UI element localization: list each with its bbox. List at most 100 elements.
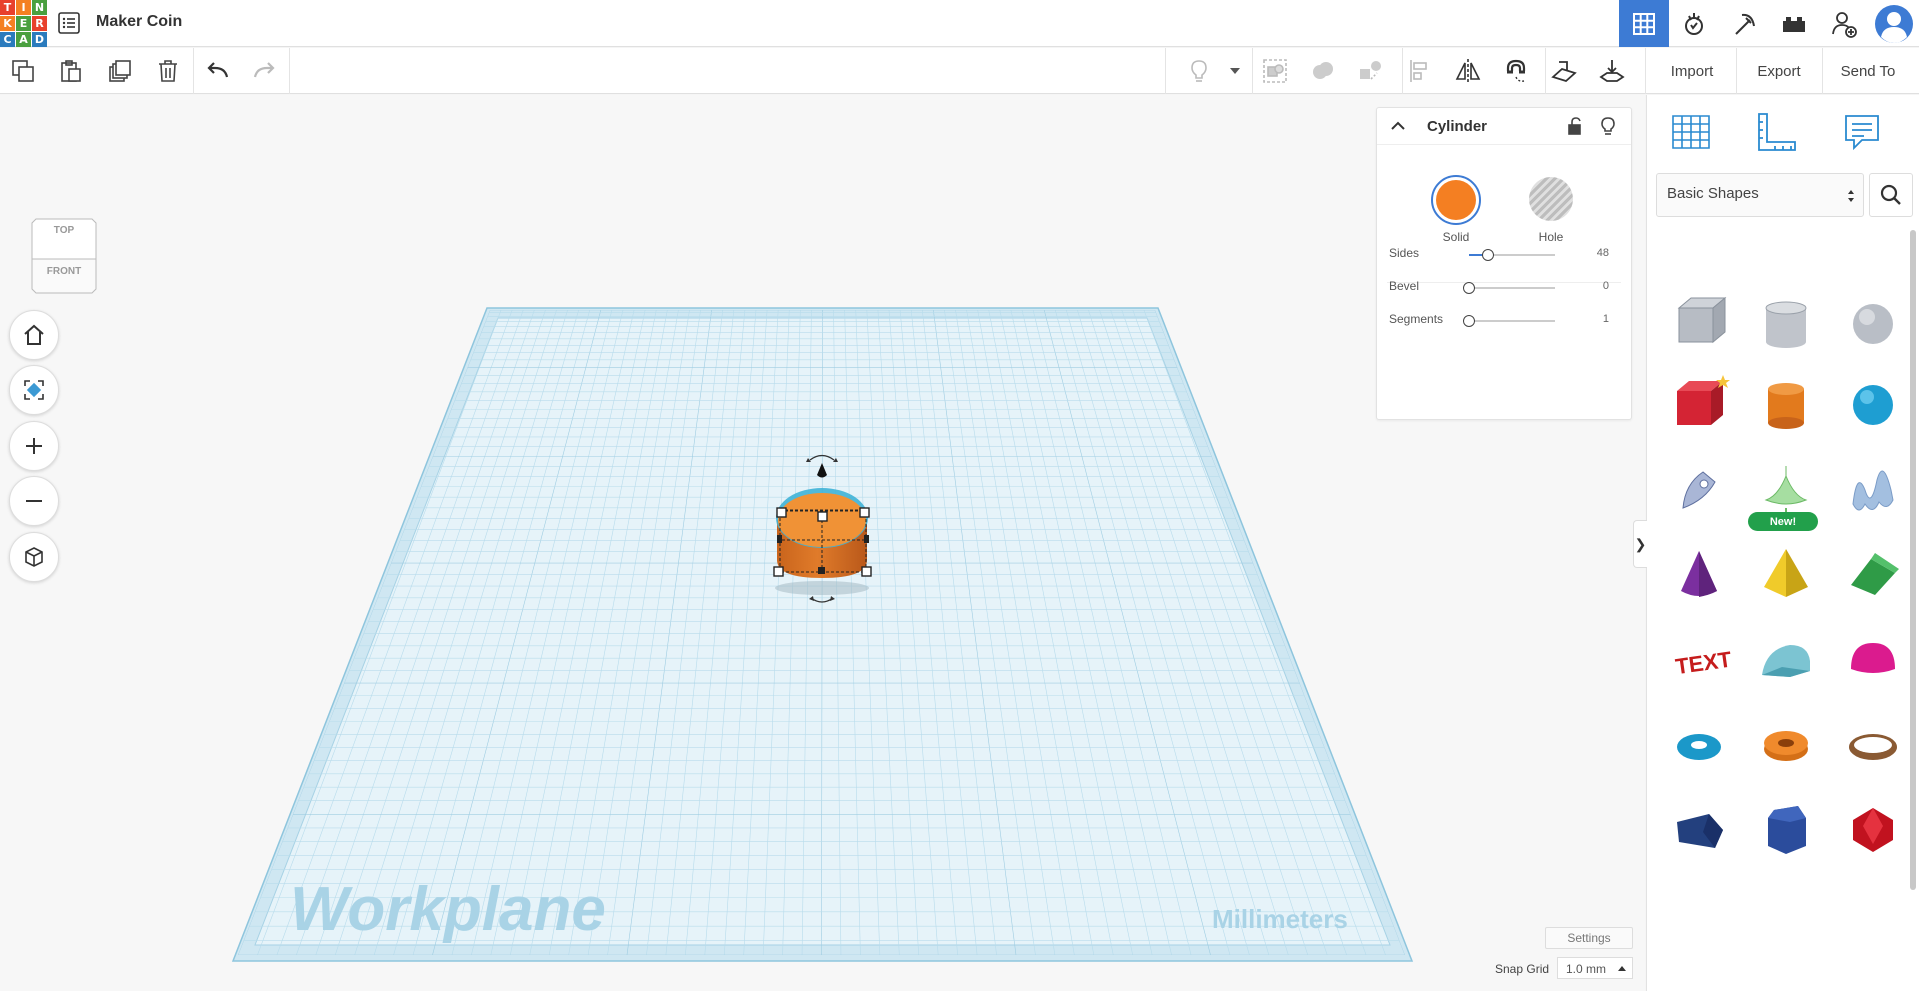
panel-collapse-handle[interactable]: ❯	[1633, 520, 1647, 568]
shape-tile-tube[interactable]	[1745, 698, 1829, 794]
visibility-bulb-icon[interactable]	[1599, 116, 1617, 136]
viewcube-front-label[interactable]: FRONT	[30, 266, 98, 277]
collapse-chevron-icon[interactable]	[1390, 120, 1406, 132]
view-cube[interactable]: TOP FRONT	[30, 215, 98, 295]
resize-handle[interactable]	[861, 566, 872, 577]
caret-up-icon	[1618, 966, 1626, 971]
shape-library-select[interactable]: Basic Shapes	[1656, 173, 1864, 217]
tube-icon	[1764, 731, 1808, 761]
snap-grid-select[interactable]: 1.0 mm	[1557, 957, 1633, 979]
notes-tab[interactable]	[1835, 107, 1889, 157]
logo-letter: I	[16, 0, 31, 15]
slider-knob[interactable]	[1481, 249, 1494, 261]
svg-text:TEXT: TEXT	[1674, 647, 1731, 680]
design-list-icon[interactable]	[56, 10, 82, 36]
settings-button[interactable]: Settings	[1545, 927, 1633, 949]
grid-view-button[interactable]	[1619, 0, 1669, 47]
design-title[interactable]: Maker Coin	[96, 13, 182, 31]
shape-tile-cone[interactable]	[1658, 528, 1742, 624]
duplicate-button[interactable]	[105, 56, 135, 86]
zoom-out-button[interactable]	[9, 476, 59, 526]
delete-button[interactable]	[153, 56, 183, 86]
shapes-panel: Basic Shapes TEXT New!	[1646, 95, 1919, 991]
solid-option[interactable]	[1431, 175, 1481, 225]
workplane-tool-button[interactable]	[1549, 56, 1579, 86]
resize-handle[interactable]	[776, 507, 787, 518]
shape-tile-wave[interactable]	[1832, 443, 1916, 539]
prop-value-bevel[interactable]: 0	[1603, 280, 1609, 292]
shape-tile-paraboloid[interactable]	[1832, 614, 1916, 710]
shape-tile-half-cylinder[interactable]	[1745, 614, 1829, 710]
prop-slider-bevel[interactable]	[1463, 282, 1555, 294]
import-button[interactable]: Import	[1651, 56, 1733, 86]
copy-button[interactable]	[8, 56, 38, 86]
projection-button[interactable]	[9, 532, 59, 582]
lock-icon[interactable]	[1565, 116, 1585, 136]
shape-tile-polygon[interactable]	[1745, 783, 1829, 879]
undo-button[interactable]	[203, 56, 233, 86]
prop-value-segments[interactable]: 1	[1603, 313, 1609, 325]
prop-value-sides[interactable]: 48	[1597, 247, 1609, 259]
shape-tile-torus[interactable]	[1658, 698, 1742, 794]
shape-tile-scribble[interactable]	[1658, 443, 1742, 539]
bricks-button[interactable]	[1769, 0, 1819, 47]
shape-tile-wedge[interactable]	[1658, 783, 1742, 879]
group-button[interactable]	[1260, 56, 1290, 86]
shape-library-value: Basic Shapes	[1667, 185, 1759, 202]
send-to-button[interactable]: Send To	[1824, 56, 1912, 86]
logo-letter: N	[32, 0, 47, 15]
trash-icon	[159, 60, 177, 82]
ungroup-button[interactable]	[1356, 56, 1386, 86]
prop-slider-sides[interactable]	[1469, 249, 1555, 261]
shape-tile-box[interactable]	[1658, 358, 1742, 454]
profile-button[interactable]	[1869, 0, 1919, 47]
codeblocks-button[interactable]	[1719, 0, 1769, 47]
invite-user-button[interactable]	[1819, 0, 1869, 47]
height-handle[interactable]	[818, 567, 825, 574]
sim-lab-button[interactable]	[1669, 0, 1719, 47]
drop-to-workplane-icon	[1599, 60, 1625, 82]
search-shapes-button[interactable]	[1869, 173, 1913, 217]
resize-handle[interactable]	[859, 507, 870, 518]
slider-knob[interactable]	[1463, 315, 1475, 327]
prop-slider-segments[interactable]	[1463, 315, 1555, 327]
slider-knob[interactable]	[1463, 282, 1475, 294]
cylinder-icon	[1768, 383, 1804, 429]
fit-view-button[interactable]	[9, 365, 59, 415]
fit-to-view-icon	[24, 380, 44, 400]
shape-tile-cylinder[interactable]	[1745, 358, 1829, 454]
redo-button[interactable]	[249, 56, 279, 86]
viewcube-top-label[interactable]: TOP	[30, 225, 98, 236]
copy-icon	[12, 60, 34, 82]
shape-tile-roof[interactable]	[1832, 528, 1916, 624]
drop-button[interactable]	[1597, 56, 1627, 86]
export-button[interactable]: Export	[1738, 56, 1820, 86]
perspective-cube-icon	[25, 547, 43, 567]
solid-label: Solid	[1442, 230, 1470, 244]
align-button[interactable]	[1405, 56, 1435, 86]
search-icon	[1880, 184, 1901, 205]
notes-light-button[interactable]	[1184, 56, 1214, 86]
cruise-magnet-button[interactable]	[1501, 56, 1531, 86]
resize-handle[interactable]	[773, 566, 784, 577]
zoom-in-button[interactable]	[9, 421, 59, 471]
home-view-button[interactable]	[9, 310, 59, 360]
shape-tile-icosahedron[interactable]	[1832, 783, 1916, 879]
notes-dropdown[interactable]	[1220, 56, 1250, 86]
tinkercad-logo[interactable]: TIN KER CAD	[0, 0, 47, 47]
hole-option[interactable]	[1529, 177, 1573, 221]
box-hole-icon	[1677, 296, 1727, 344]
workplane-tab[interactable]	[1664, 107, 1718, 157]
cylinder-hole-icon	[1765, 301, 1807, 348]
shape-tile-pyramid[interactable]	[1745, 528, 1829, 624]
resize-handle[interactable]	[817, 511, 828, 522]
paste-button[interactable]	[56, 56, 86, 86]
ruler-icon	[1758, 113, 1796, 151]
shape-tile-sphere[interactable]	[1832, 358, 1916, 454]
panel-scrollbar[interactable]	[1910, 230, 1916, 890]
shape-tile-ring[interactable]	[1832, 698, 1916, 794]
union-button[interactable]	[1308, 56, 1338, 86]
shape-tile-text[interactable]: TEXT	[1658, 614, 1742, 710]
ruler-tab[interactable]	[1750, 107, 1804, 157]
mirror-button[interactable]	[1453, 56, 1483, 86]
